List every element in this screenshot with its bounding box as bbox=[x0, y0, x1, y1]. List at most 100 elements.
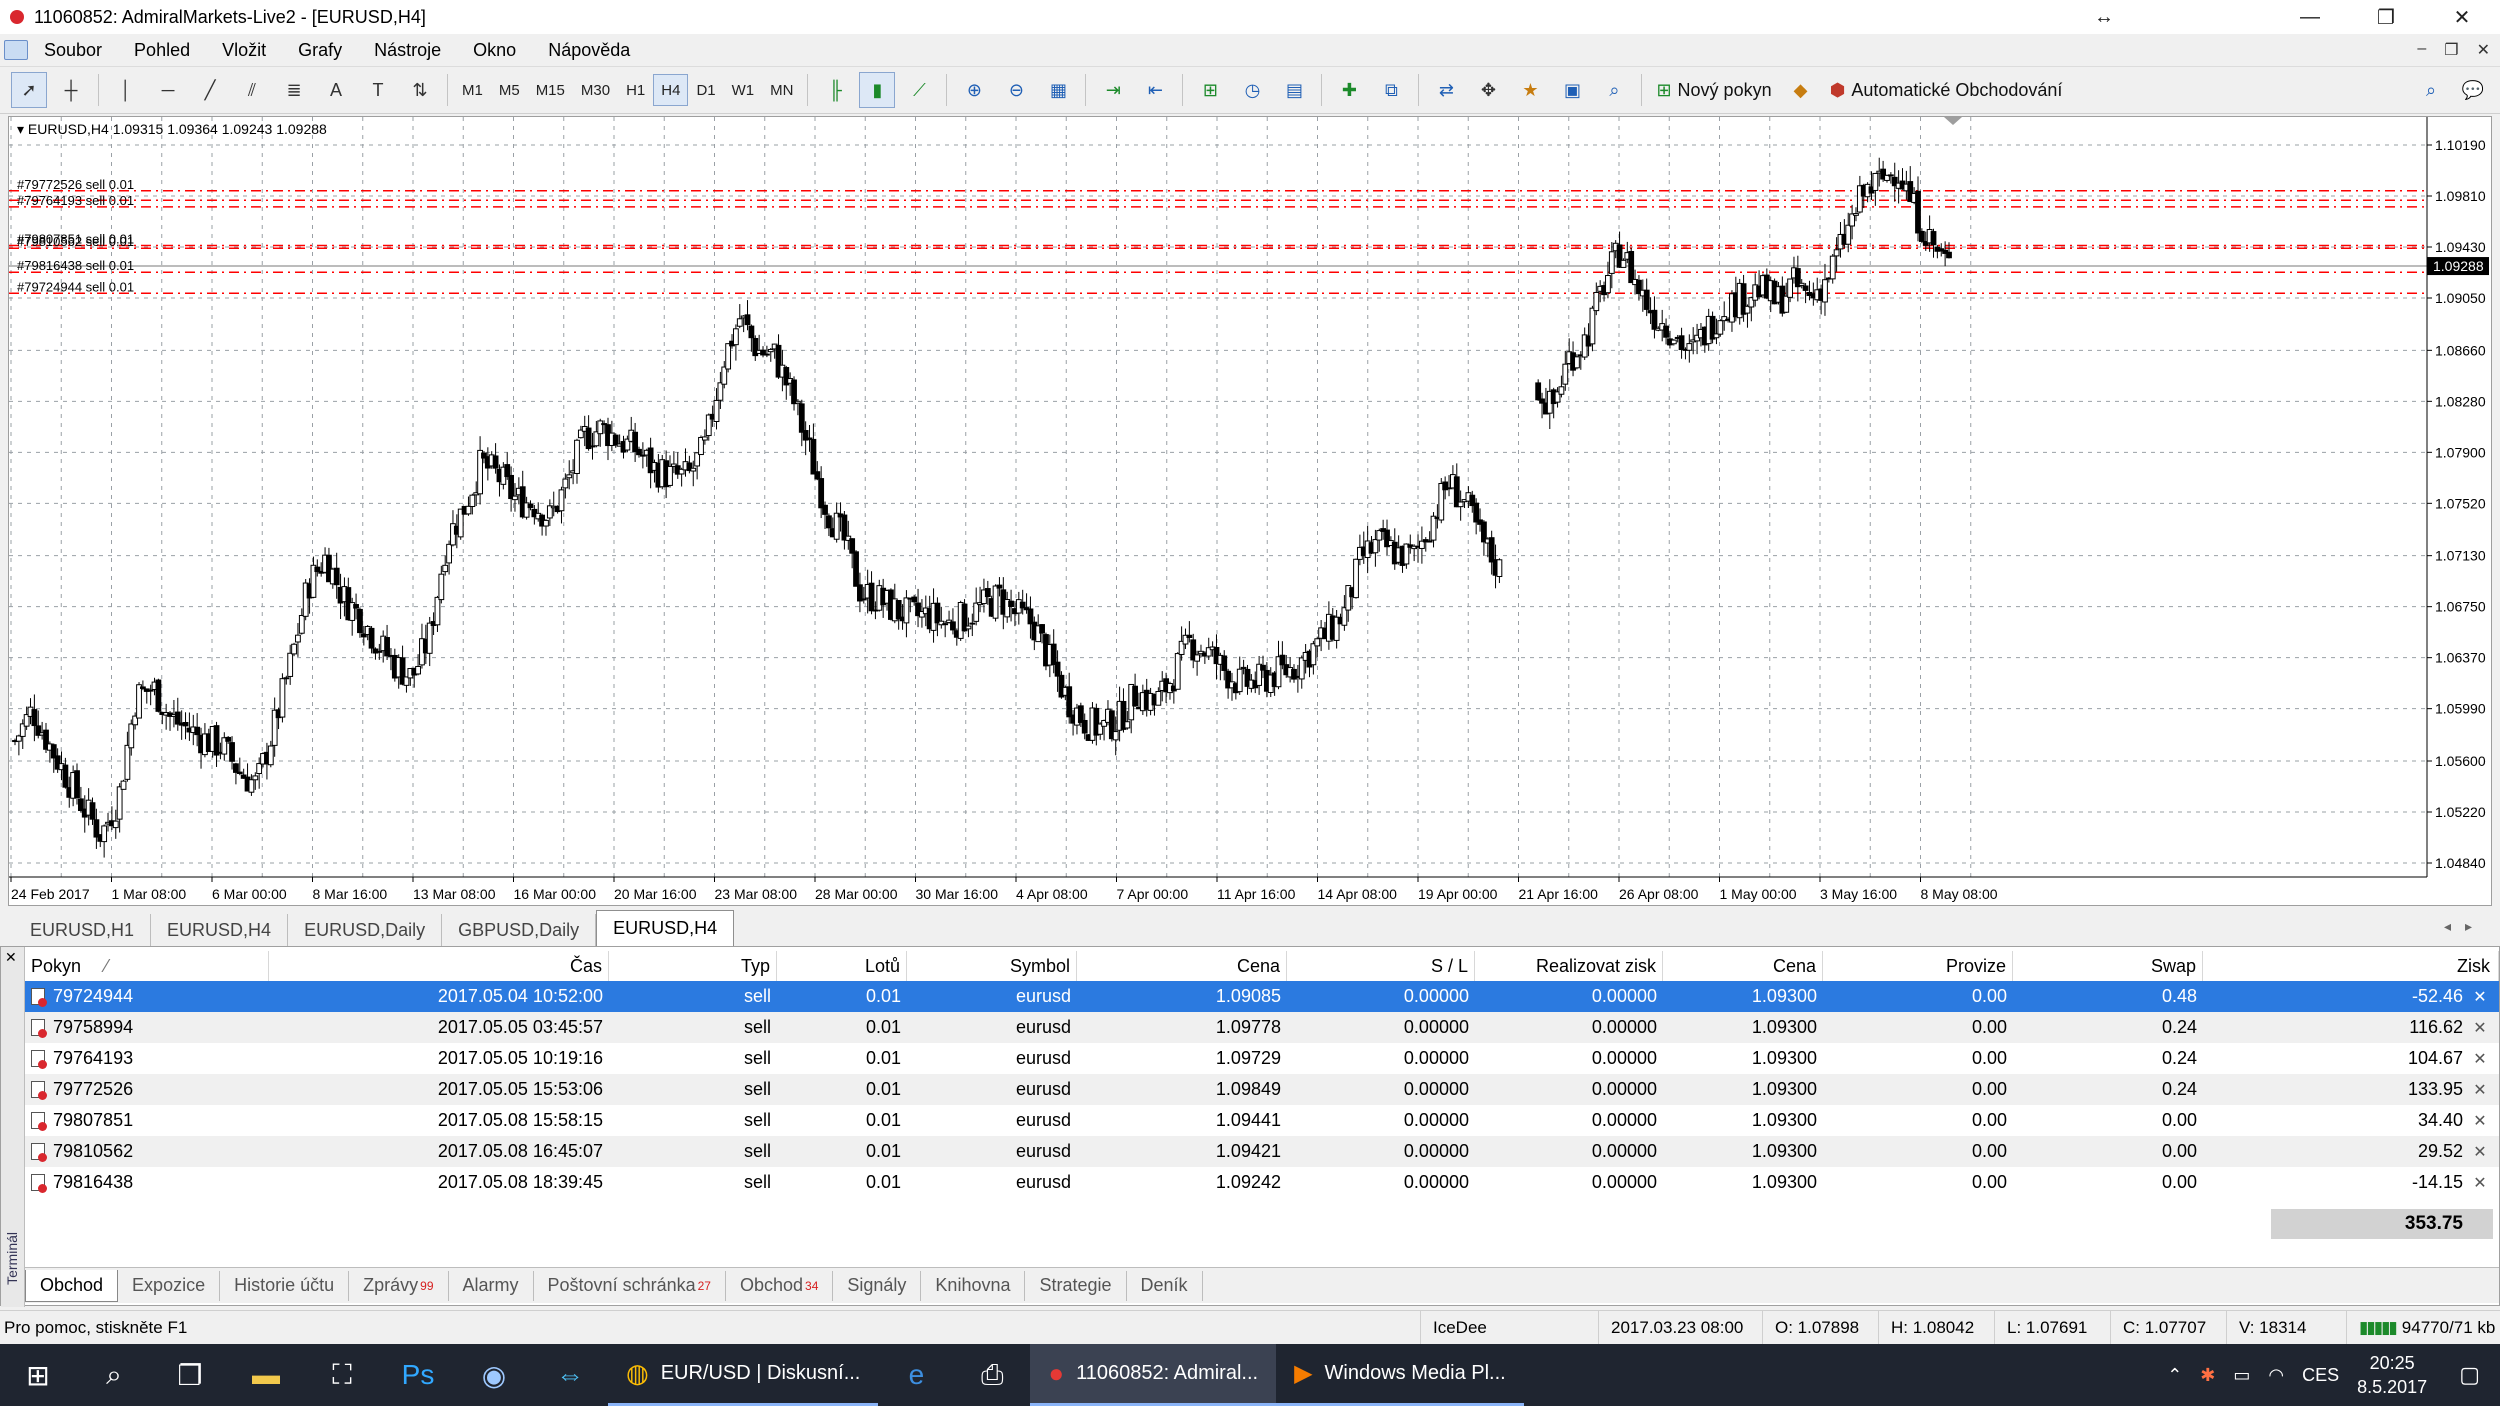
table-row[interactable]: 79772526 2017.05.05 15:53:06 sell 0.01 eurus… bbox=[25, 1074, 2499, 1105]
ttab-alarmy[interactable]: Alarmy bbox=[449, 1270, 534, 1301]
templates-icon[interactable]: ▤ bbox=[1276, 72, 1312, 108]
profiles-icon[interactable]: ⧉ bbox=[1373, 72, 1409, 108]
navigator-icon[interactable]: ✥ bbox=[1470, 72, 1506, 108]
menu-nastroje[interactable]: Nástroje bbox=[358, 40, 457, 61]
taskbar-media-player[interactable]: ▶ Windows Media Pl... bbox=[1276, 1344, 1524, 1406]
vertical-line-icon[interactable]: │ bbox=[108, 72, 144, 108]
cursor-arrow-icon[interactable]: ➚ bbox=[11, 72, 47, 108]
close-order-icon[interactable]: ✕ bbox=[2469, 1111, 2491, 1131]
table-row[interactable]: 79810562 2017.05.08 16:45:07 sell 0.01 eurus… bbox=[25, 1136, 2499, 1167]
timeframe-m5[interactable]: M5 bbox=[491, 74, 528, 106]
zoom-in-icon[interactable]: ⊕ bbox=[956, 72, 992, 108]
printer-icon[interactable]: ⎙ bbox=[954, 1344, 1030, 1406]
chart-tab-eurusd-h4[interactable]: EURUSD,H4 bbox=[151, 914, 289, 946]
chart-tab-eurusd-daily[interactable]: EURUSD,Daily bbox=[288, 914, 443, 946]
ttab-historie[interactable]: Historie účtu bbox=[220, 1270, 350, 1301]
battery-icon[interactable]: ▭ bbox=[2233, 1365, 2250, 1386]
trendline-icon[interactable]: ╱ bbox=[192, 72, 228, 108]
crosshair-icon[interactable]: ┼ bbox=[53, 72, 89, 108]
timeframe-h1[interactable]: H1 bbox=[618, 74, 653, 106]
line-chart-icon[interactable]: ⟋ bbox=[901, 72, 937, 108]
candlestick-chart[interactable]: 1.10190 1.09810 1.09430 1.09050 1.08660 1.082… bbox=[9, 117, 2493, 907]
col-symbol[interactable]: Symbol bbox=[907, 951, 1077, 981]
timeframe-m15[interactable]: M15 bbox=[528, 74, 573, 106]
chevron-left-icon[interactable]: ◂ bbox=[2444, 918, 2465, 934]
ttab-zpravy[interactable]: Zprávy 99 bbox=[349, 1270, 449, 1301]
horizontal-line-icon[interactable]: ─ bbox=[150, 72, 186, 108]
wifi-icon[interactable]: ◠ bbox=[2268, 1365, 2284, 1386]
close-order-icon[interactable]: ✕ bbox=[2469, 1049, 2491, 1069]
table-row[interactable]: 79724944 2017.05.04 10:52:00 sell 0.01 eurus… bbox=[25, 981, 2499, 1012]
task-view-icon[interactable]: ❐ bbox=[152, 1344, 228, 1406]
timeframe-w1[interactable]: W1 bbox=[724, 74, 763, 106]
clock[interactable]: 20:25 8.5.2017 bbox=[2357, 1351, 2427, 1399]
bar-chart-icon[interactable]: ╟ bbox=[817, 72, 853, 108]
photoshop-icon[interactable]: Ps bbox=[380, 1344, 456, 1406]
col-pokyn[interactable]: Pokyn ⁄ bbox=[25, 951, 269, 981]
strategy-tester-icon[interactable]: ⌕ bbox=[1596, 72, 1632, 108]
search-icon[interactable]: ⌕ bbox=[2413, 72, 2449, 108]
menu-napoveda[interactable]: Nápověda bbox=[532, 40, 646, 61]
taskbar-chrome[interactable]: ◍ EUR/USD | Diskusní... bbox=[608, 1344, 879, 1406]
candlestick-chart-icon[interactable]: ▮ bbox=[859, 72, 896, 108]
new-chart-icon[interactable]: ✚ bbox=[1331, 72, 1367, 108]
col-cas[interactable]: Čas bbox=[269, 951, 609, 981]
market-watch-icon[interactable]: ⇄ bbox=[1428, 72, 1464, 108]
mdi-minimize-icon[interactable]: – bbox=[2417, 40, 2426, 60]
tab-scroll-arrows[interactable]: ◂▸ bbox=[2444, 918, 2486, 935]
col-zisk[interactable]: Zisk bbox=[2203, 951, 2499, 981]
language-indicator[interactable]: CES bbox=[2302, 1365, 2339, 1386]
edge-icon[interactable]: e bbox=[878, 1344, 954, 1406]
auto-scroll-icon[interactable]: ⇥ bbox=[1095, 72, 1131, 108]
periods-clock-icon[interactable]: ◷ bbox=[1234, 72, 1270, 108]
text-icon[interactable]: A bbox=[318, 72, 354, 108]
table-row[interactable]: 79764193 2017.05.05 10:19:16 sell 0.01 eurus… bbox=[25, 1043, 2499, 1074]
status-traffic[interactable]: ▮▮▮▮▮ 94770/71 kb bbox=[2346, 1310, 2500, 1345]
menu-grafy[interactable]: Grafy bbox=[282, 40, 358, 61]
new-order-button[interactable]: ⊞ Nový pokyn bbox=[1656, 72, 1771, 108]
teamviewer-icon[interactable]: ⇔ bbox=[532, 1344, 608, 1406]
ttab-expozice[interactable]: Expozice bbox=[118, 1270, 221, 1301]
menu-pohled[interactable]: Pohled bbox=[118, 40, 206, 61]
channel-icon[interactable]: ⫽ bbox=[234, 72, 270, 108]
ttab-postovni-schranka[interactable]: Poštovní schránka 27 bbox=[534, 1270, 726, 1301]
timeframe-m1[interactable]: M1 bbox=[454, 74, 491, 106]
file-explorer-icon[interactable]: ▬ bbox=[228, 1344, 304, 1406]
chart-tab-eurusd-h1[interactable]: EURUSD,H1 bbox=[14, 914, 152, 946]
windows-start-icon[interactable]: ⊞ bbox=[0, 1344, 76, 1406]
favorites-star-icon[interactable]: ★ bbox=[1512, 72, 1548, 108]
chart-tab-gbpusd-daily[interactable]: GBPUSD,Daily bbox=[442, 914, 597, 946]
chart-shift-icon[interactable]: ⇤ bbox=[1137, 72, 1173, 108]
col-cena[interactable]: Cena bbox=[1077, 951, 1287, 981]
close-order-icon[interactable]: ✕ bbox=[2469, 1173, 2491, 1193]
text-label-icon[interactable]: T bbox=[360, 72, 396, 108]
notifications-icon[interactable]: ▢ bbox=[2459, 1362, 2480, 1388]
table-row[interactable]: 79807851 2017.05.08 15:58:15 sell 0.01 eurus… bbox=[25, 1105, 2499, 1136]
col-typ[interactable]: Typ bbox=[609, 951, 777, 981]
table-row[interactable]: 79758994 2017.05.05 03:45:57 sell 0.01 eurus… bbox=[25, 1012, 2499, 1043]
mdi-close-icon[interactable]: ✕ bbox=[2477, 40, 2490, 60]
col-lotu[interactable]: Lotů bbox=[777, 951, 907, 981]
chat-icon[interactable]: 💬 bbox=[2455, 72, 2491, 108]
restore-button[interactable]: ❐ bbox=[2348, 0, 2424, 34]
timeframe-m30[interactable]: M30 bbox=[573, 74, 618, 106]
ttab-knihovna[interactable]: Knihovna bbox=[921, 1270, 1026, 1301]
ttab-signaly[interactable]: Signály bbox=[833, 1270, 922, 1301]
tray-app-icon[interactable]: ✱ bbox=[2200, 1365, 2215, 1386]
timeframe-d1[interactable]: D1 bbox=[688, 74, 723, 106]
timeframe-mn[interactable]: MN bbox=[762, 74, 801, 106]
close-order-icon[interactable]: ✕ bbox=[2469, 1142, 2491, 1162]
taskbar-metatrader[interactable]: ● 11060852: Admiral... bbox=[1030, 1344, 1277, 1406]
metaeditor-icon[interactable]: ◆ bbox=[1783, 72, 1819, 108]
close-button[interactable]: ✕ bbox=[2424, 0, 2500, 34]
mdi-window-icon[interactable] bbox=[4, 40, 28, 60]
col-swap[interactable]: Swap bbox=[2013, 951, 2203, 981]
col-sl[interactable]: S / L bbox=[1287, 951, 1475, 981]
close-order-icon[interactable]: ✕ bbox=[2469, 1080, 2491, 1100]
indicators-icon[interactable]: ⊞ bbox=[1192, 72, 1228, 108]
col-cena-current[interactable]: Cena bbox=[1663, 951, 1823, 981]
search-icon[interactable]: ⌕ bbox=[76, 1344, 152, 1406]
ttab-obchod-market[interactable]: Obchod 34 bbox=[726, 1270, 834, 1301]
ttab-denik[interactable]: Deník bbox=[1127, 1270, 1203, 1301]
col-tp[interactable]: Realizovat zisk bbox=[1475, 951, 1663, 981]
